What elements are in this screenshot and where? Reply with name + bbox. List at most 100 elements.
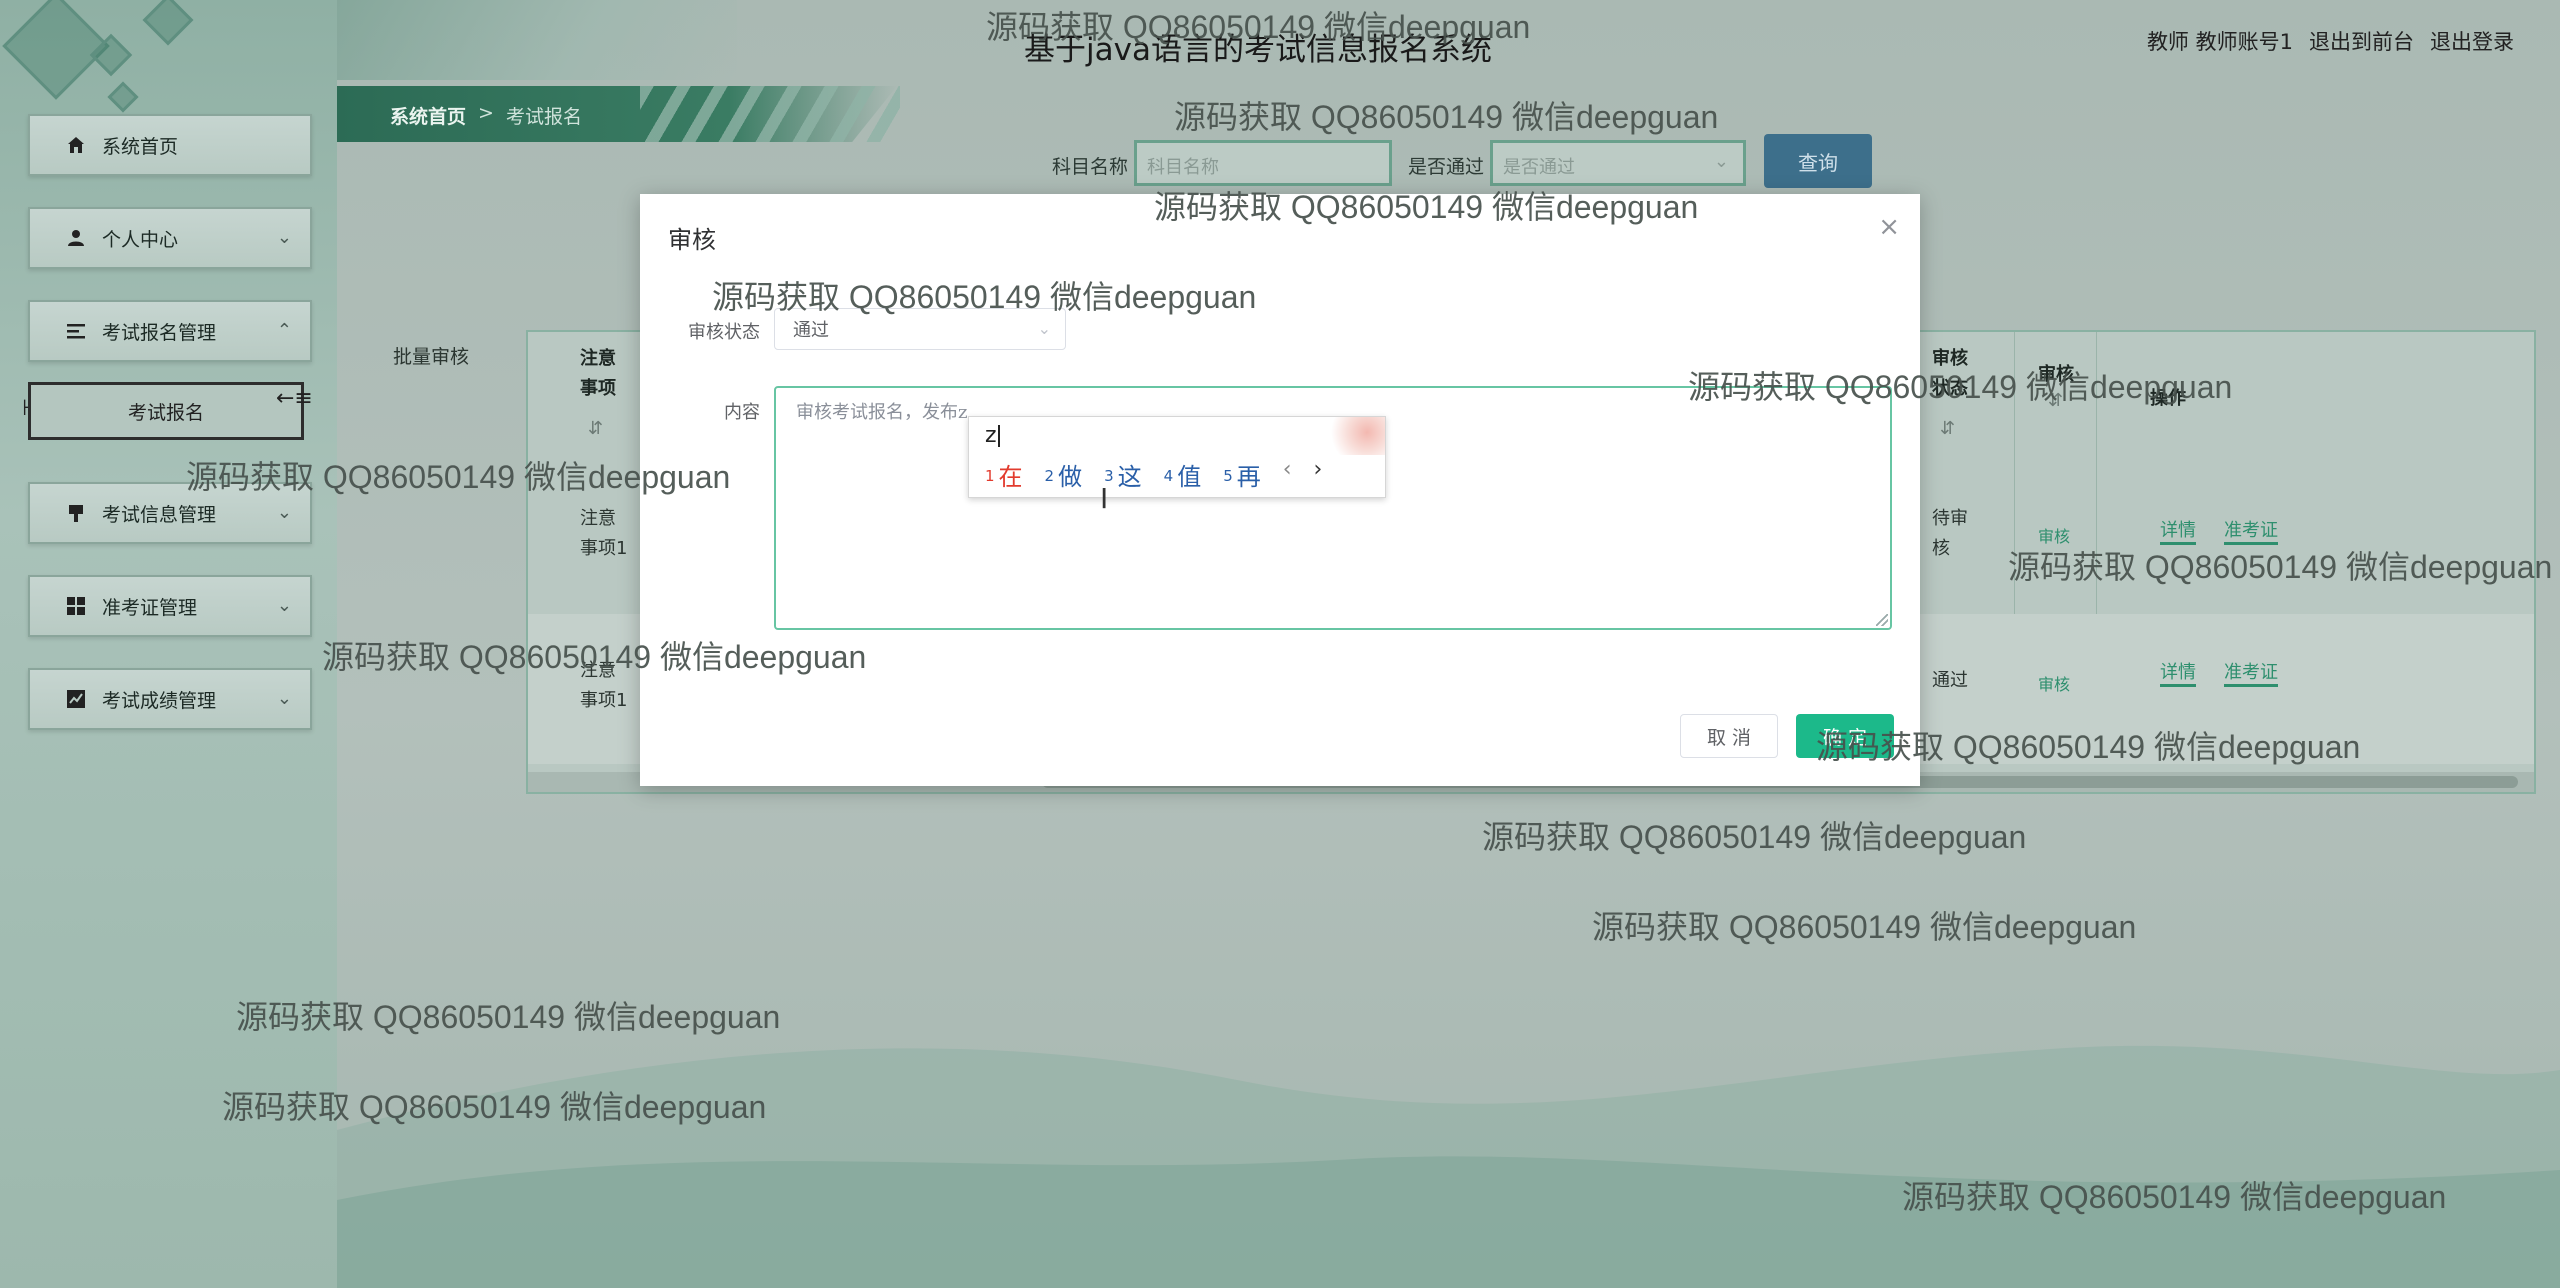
sidebar-item-label: 个人中心 [102, 228, 179, 251]
breadcrumb-current: 考试报名 [505, 106, 582, 128]
resize-handle[interactable] [1876, 614, 1888, 626]
sidebar-item-label: 准考证管理 [102, 596, 198, 619]
chevron-down-icon: ⌄ [1713, 151, 1729, 172]
ime-candidate-number: 5 [1223, 467, 1233, 485]
ime-next-page-glyph: › [1313, 457, 1323, 482]
watermark: 源码获取 QQ86050149 微信deepguan [1688, 369, 2233, 405]
chevron-up-icon: ⌃ [276, 320, 292, 341]
sidebar-item-exam-registration-mgmt[interactable]: 考试报名管理 ⌃ [28, 300, 312, 362]
detail-link[interactable]: 详情 [2160, 658, 2196, 687]
ime-prev-page[interactable]: ‹ [1283, 457, 1292, 492]
sidebar-item-label: 考试信息管理 [102, 503, 217, 526]
watermark: 源码获取 QQ86050149 微信deepguan [186, 459, 731, 495]
wave-decoration [337, 1045, 2560, 1288]
sidebar-subitem-exam-registration[interactable]: 考试报名 [28, 382, 304, 440]
ime-candidate-text: 再 [1236, 463, 1261, 491]
text-caret [997, 425, 1000, 447]
pin-icon [66, 503, 86, 523]
admission-ticket-link[interactable]: 准考证 [2224, 516, 2278, 545]
column-header-notes: 注意事项 [580, 348, 616, 399]
review-status-value: 通过 [793, 320, 829, 341]
ime-candidate-text: 在 [998, 463, 1023, 491]
passed-label: 是否通过 [1408, 156, 1485, 178]
grid-icon [66, 596, 86, 616]
arrow-right-icon: ←≡ [276, 386, 313, 411]
sidebar-item-admission-ticket-mgmt[interactable]: 准考证管理 ⌄ [28, 575, 312, 637]
watermark: 源码获取 QQ86050149 微信deepguan [1902, 1179, 2447, 1215]
ime-composition: z [985, 423, 1000, 448]
watermark: 源码获取 QQ86050149 微信deepguan [1482, 819, 2027, 855]
query-button[interactable]: 查询 [1764, 134, 1872, 188]
batch-review-label: 批量审核 [392, 346, 469, 368]
header-user-area: 教师 教师账号1 退出到前台 退出登录 [2147, 26, 2514, 56]
breadcrumb-separator: > [478, 102, 494, 124]
breadcrumb: 系统首页 > 考试报名 [390, 102, 582, 129]
sort-icon[interactable]: ⇵ [1940, 414, 1955, 444]
chevron-down-icon: ⌄ [276, 595, 292, 616]
watermark: 源码获取 QQ86050149 微信deepguan [1154, 189, 1699, 225]
watermark: 源码获取 QQ86050149 微信deepguan [986, 9, 1531, 45]
chevron-down-icon: ⌄ [276, 688, 292, 709]
admission-ticket-link[interactable]: 准考证 [2224, 658, 2278, 687]
sidebar-item-label: 考试成绩管理 [102, 689, 217, 712]
ime-candidate-number: 2 [1044, 467, 1055, 485]
ime-candidate[interactable]: 5再 [1223, 457, 1261, 492]
chart-icon [66, 689, 86, 709]
header-decoration [337, 0, 737, 80]
exit-to-frontend-link[interactable]: 退出到前台 [2309, 26, 2414, 56]
user-icon [66, 228, 86, 248]
watermark: 源码获取 QQ86050149 微信deepguan [712, 279, 1257, 315]
watermark: 源码获取 QQ86050149 微信deepguan [2008, 549, 2553, 585]
detail-link[interactable]: 详情 [2160, 516, 2196, 545]
cell-status: 待审核 [1932, 508, 1968, 559]
content-label: 内容 [724, 402, 760, 423]
review-status-label: 审核状态 [688, 322, 760, 343]
text-cursor-icon: I [1100, 482, 1109, 515]
watermark: 源码获取 QQ86050149 微信deepguan [236, 999, 781, 1035]
ime-candidate-text: 值 [1177, 463, 1202, 491]
list-icon [66, 321, 86, 341]
sidebar-item-home[interactable]: 系统首页 [28, 114, 312, 176]
ime-candidate[interactable]: 2做 [1045, 457, 1083, 492]
batch-review-underline [364, 366, 498, 384]
ime-candidate-number: 1 [985, 467, 995, 485]
batch-review-button[interactable]: 批量审核 [364, 342, 498, 384]
breadcrumb-stripes [640, 86, 900, 142]
watermark: 源码获取 QQ86050149 微信deepguan [322, 639, 867, 675]
chevron-down-icon: ⌄ [276, 227, 292, 248]
chevron-down-icon: ⌄ [1037, 319, 1051, 338]
passed-placeholder: 是否通过 [1503, 157, 1575, 178]
dialog-title: 审核 [668, 226, 716, 254]
cancel-button[interactable]: 取 消 [1680, 714, 1778, 758]
cell-status: 通过 [1932, 670, 1968, 691]
passed-select[interactable]: 是否通过 ⌄ [1490, 140, 1746, 186]
ime-candidate-window: z 1在 2做 3这 4值 5再 ‹ › [968, 416, 1386, 498]
watermark: 源码获取 QQ86050149 微信deepguan [1174, 99, 1719, 135]
ime-skin-decoration [1325, 417, 1385, 455]
close-icon[interactable]: × [1878, 212, 1900, 242]
subject-name-input[interactable]: 科目名称 [1134, 140, 1392, 186]
ime-candidate-text: 这 [1117, 463, 1142, 491]
sidebar-item-exam-score-mgmt[interactable]: 考试成绩管理 ⌄ [28, 668, 312, 730]
user-role: 教师 [2146, 30, 2189, 54]
sidebar-item-personal-center[interactable]: 个人中心 ⌄ [28, 207, 312, 269]
ime-candidate[interactable]: 1在 [985, 457, 1023, 492]
sidebar-item-label: 考试报名管理 [102, 321, 217, 344]
cell-notes: 注意事项1 [580, 508, 628, 559]
ime-candidate-number: 4 [1163, 467, 1174, 485]
chevron-down-icon: ⌄ [276, 502, 292, 523]
subject-name-placeholder: 科目名称 [1147, 157, 1219, 178]
sidebar-item-label: 系统首页 [102, 135, 179, 158]
user-info: 教师 教师账号1 [2147, 26, 2293, 56]
ime-composition-text: z [985, 423, 997, 448]
review-link[interactable]: 审核 [2038, 670, 2070, 700]
breadcrumb-home[interactable]: 系统首页 [390, 102, 466, 129]
ime-candidate-text: 做 [1058, 463, 1083, 491]
sort-icon[interactable]: ⇵ [588, 414, 603, 444]
sidebar-subitem-label: 考试报名 [127, 401, 204, 424]
logout-link[interactable]: 退出登录 [2430, 26, 2514, 56]
ime-candidate[interactable]: 4值 [1164, 457, 1202, 492]
content-text: 审核考试报名，发布z [796, 402, 968, 423]
ime-candidate[interactable]: 3这 [1104, 457, 1142, 492]
ime-next-page[interactable]: › [1314, 457, 1323, 492]
